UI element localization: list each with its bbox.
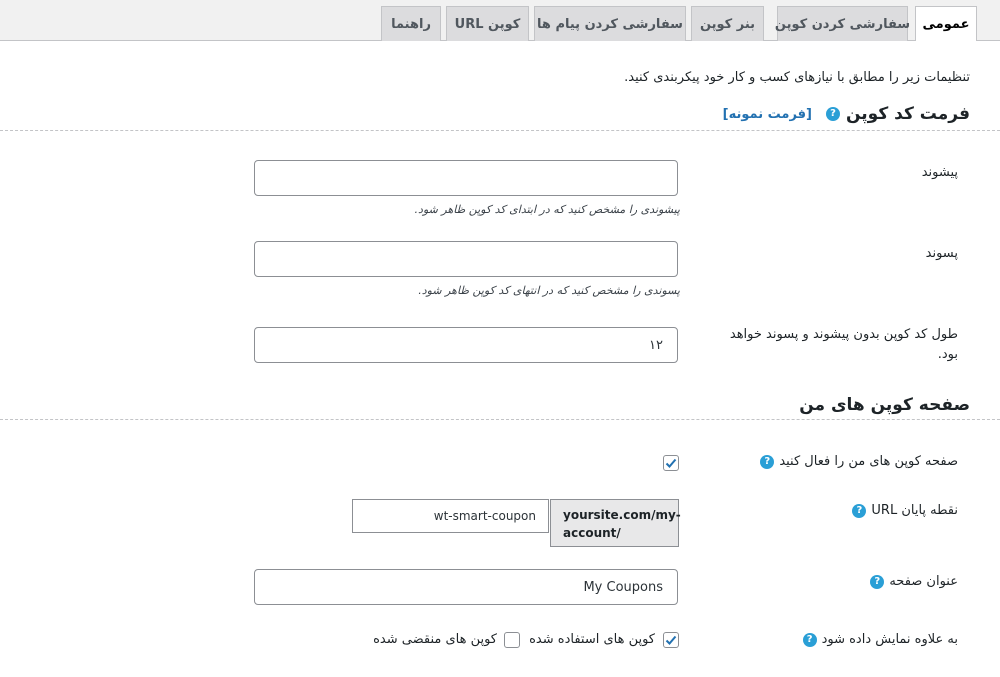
enable-my-coupons-checkbox[interactable] <box>663 455 679 471</box>
url-endpoint-input[interactable]: wt-smart-coupon <box>352 499 549 533</box>
page-title-label-text: عنوان صفحه <box>889 574 958 589</box>
tab-message-customization[interactable]: سفارشی کردن پیام ها <box>534 6 686 41</box>
page-title-label: عنوان صفحه ? <box>870 574 958 589</box>
checkmark-icon <box>665 635 677 645</box>
coupon-length-input[interactable] <box>254 327 678 363</box>
help-icon[interactable]: ? <box>802 632 817 647</box>
suffix-input[interactable] <box>254 241 678 277</box>
suffix-label: پسوند <box>926 246 958 261</box>
url-endpoint-label-text: نقطه پایان URL <box>871 503 958 518</box>
section-divider <box>0 130 1000 131</box>
url-endpoint-value: wt-smart-coupon <box>433 509 536 523</box>
enable-my-coupons-label: صفحه کوپن های من را فعال کنید ? <box>760 454 958 469</box>
suffix-description: پسوندی را مشخص کنید که در انتهای کد کوپن… <box>418 284 680 297</box>
page-title-input[interactable] <box>254 569 678 605</box>
used-coupons-checkbox[interactable] <box>663 632 679 648</box>
sample-format-link[interactable]: [فرمت نمونه] <box>723 107 812 122</box>
coupon-format-title: فرمت کد کوپن <box>846 104 970 124</box>
tab-coupon-banner[interactable]: بنر کوپن <box>691 6 764 41</box>
prefix-label: پیشوند <box>922 165 958 180</box>
tab-help[interactable]: راهنما <box>381 6 441 41</box>
help-icon[interactable]: ? <box>760 454 775 469</box>
help-icon[interactable]: ? <box>826 107 840 121</box>
expired-coupons-label[interactable]: کوپن های منقضی شده <box>373 632 497 647</box>
enable-my-coupons-label-text: صفحه کوپن های من را فعال کنید <box>779 454 958 469</box>
url-endpoint-label: نقطه پایان URL ? <box>852 503 958 518</box>
length-label: طول کد کوپن بدون پیشوند و پسوند خواهد بو… <box>708 325 958 365</box>
url-prefix-addon: yoursite.com/my- account/ <box>550 499 681 547</box>
expired-coupons-checkbox[interactable] <box>504 632 520 648</box>
section-divider <box>0 419 1000 420</box>
settings-tabs: عمومی سفارشی کردن کوپن بنر کوپن سفارشی ک… <box>0 0 1000 42</box>
my-coupons-title: صفحه کوپن های من <box>799 395 970 415</box>
also-display-label: به علاوه نمایش داده شود ? <box>802 632 958 647</box>
prefix-description: پیشوندی را مشخص کنید که در ابتدای کد کوپ… <box>414 203 680 216</box>
checkmark-icon <box>665 458 677 468</box>
help-icon[interactable]: ? <box>852 503 867 518</box>
length-label-text: طول کد کوپن بدون پیشوند و پسوند خواهد بو… <box>729 327 958 362</box>
coupon-format-section: فرمت کد کوپن ? [فرمت نمونه] <box>723 104 970 124</box>
url-prefix-line1: yoursite.com/my- <box>563 508 681 522</box>
my-coupons-section: صفحه کوپن های من <box>799 395 970 415</box>
tab-general[interactable]: عمومی <box>915 6 977 42</box>
url-prefix-line2: account/ <box>563 526 621 540</box>
tab-coupon-customization[interactable]: سفارشی کردن کوپن <box>775 6 910 41</box>
suffix-label-text: پسوند <box>925 246 958 261</box>
tab-url-coupon[interactable]: کوپن URL <box>446 6 529 41</box>
prefix-label-text: پیشوند <box>921 165 958 180</box>
prefix-input[interactable] <box>254 160 678 196</box>
used-coupons-label[interactable]: کوپن های استفاده شده <box>529 632 655 647</box>
intro-text: تنظیمات زیر را مطابق با نیازهای کسب و کا… <box>624 70 970 85</box>
also-display-label-text: به علاوه نمایش داده شود <box>821 632 958 647</box>
settings-panel: تنظیمات زیر را مطابق با نیازهای کسب و کا… <box>0 41 1000 677</box>
help-icon[interactable]: ? <box>870 574 885 589</box>
